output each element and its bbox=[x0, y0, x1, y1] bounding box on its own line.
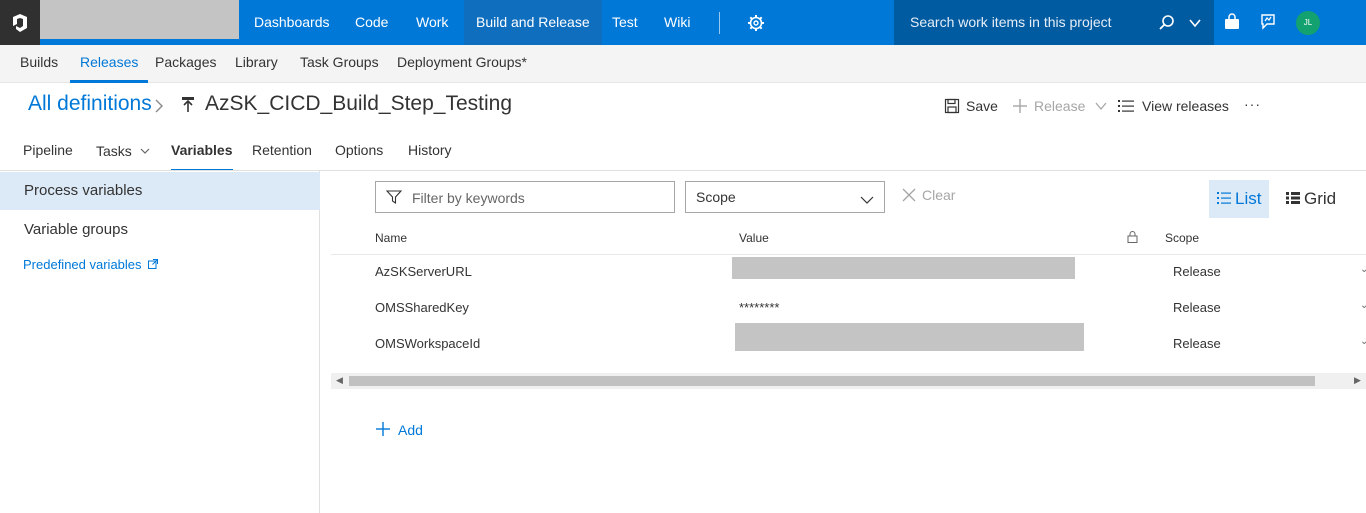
add-label: Add bbox=[398, 422, 423, 438]
variable-name-cell[interactable]: OMSSharedKey bbox=[375, 300, 469, 315]
view-releases-label: View releases bbox=[1142, 98, 1229, 114]
scope-dropdown[interactable]: Scope bbox=[685, 181, 885, 213]
hub-build-and-release[interactable]: Build and Release bbox=[464, 0, 602, 45]
predefined-variables-label: Predefined variables bbox=[23, 257, 142, 272]
chevron-down-icon bbox=[140, 140, 150, 160]
sub-navigation: Builds Releases Packages Library Task Gr… bbox=[0, 45, 1366, 83]
variable-scope-cell[interactable]: Release bbox=[1173, 336, 1221, 351]
save-label: Save bbox=[966, 98, 998, 114]
chevron-down-icon[interactable]: ⌄ bbox=[1360, 264, 1366, 275]
tab-history[interactable]: History bbox=[408, 140, 452, 171]
chevron-down-icon bbox=[1095, 98, 1107, 114]
clear-label: Clear bbox=[922, 187, 956, 203]
subnav-packages[interactable]: Packages bbox=[155, 45, 216, 83]
grid-view-toggle[interactable]: Grid bbox=[1278, 180, 1344, 218]
breadcrumb-all-definitions[interactable]: All definitions bbox=[28, 92, 152, 116]
list-icon bbox=[1118, 99, 1134, 116]
search-placeholder: Search work items in this project bbox=[910, 14, 1112, 30]
search-icon[interactable] bbox=[1158, 14, 1176, 35]
page-title: AzSK_CICD_Build_Step_Testing bbox=[205, 92, 513, 115]
variable-value-cell[interactable]: ******** bbox=[739, 300, 779, 315]
tab-tasks[interactable]: Tasks bbox=[96, 140, 150, 171]
variable-scope-cell[interactable]: Release bbox=[1173, 300, 1221, 315]
clear-button[interactable]: Clear bbox=[902, 187, 955, 205]
divider bbox=[331, 254, 1366, 255]
gear-icon[interactable] bbox=[746, 13, 766, 33]
grid-label: Grid bbox=[1304, 189, 1337, 208]
hub-wiki[interactable]: Wiki bbox=[652, 0, 702, 45]
tab-retention[interactable]: Retention bbox=[252, 140, 312, 171]
list-view-toggle[interactable]: List bbox=[1209, 180, 1270, 219]
release-definition-icon bbox=[180, 96, 196, 117]
hub-test[interactable]: Test bbox=[600, 0, 650, 45]
subnav-deployment-groups[interactable]: Deployment Groups* bbox=[397, 45, 527, 83]
filter-icon bbox=[385, 190, 403, 207]
variable-value-redacted[interactable] bbox=[732, 257, 1075, 279]
subnav-releases[interactable]: Releases bbox=[70, 45, 149, 83]
variable-value-redacted[interactable] bbox=[735, 323, 1084, 351]
filter-placeholder: Filter by keywords bbox=[412, 190, 525, 206]
chevron-down-icon[interactable]: ⌄ bbox=[1360, 300, 1366, 311]
hub-work[interactable]: Work bbox=[404, 0, 460, 45]
project-name-redacted[interactable] bbox=[40, 0, 239, 39]
list-icon bbox=[1217, 181, 1231, 219]
lock-icon bbox=[1127, 230, 1138, 246]
release-button[interactable]: Release bbox=[1012, 98, 1107, 117]
tab-variables[interactable]: Variables bbox=[171, 140, 233, 171]
variables-sidebar: Process variables Variable groups Predef… bbox=[0, 171, 320, 513]
release-label: Release bbox=[1034, 98, 1086, 114]
grid-icon bbox=[1286, 181, 1300, 219]
scroll-left-arrow-icon[interactable]: ◀ bbox=[336, 375, 343, 386]
chevron-right-icon bbox=[153, 96, 165, 119]
horizontal-scrollbar[interactable]: ◀ ▶ bbox=[331, 373, 1366, 389]
plus-icon bbox=[375, 421, 391, 440]
sidebar-item-variable-groups[interactable]: Variable groups bbox=[0, 211, 320, 249]
more-actions-button[interactable]: ··· bbox=[1244, 96, 1261, 112]
chevron-down-icon[interactable] bbox=[1188, 16, 1202, 33]
save-icon bbox=[944, 98, 960, 117]
hub-dashboards[interactable]: Dashboards bbox=[242, 0, 342, 45]
tab-pipeline[interactable]: Pipeline bbox=[23, 140, 73, 171]
variable-name-cell[interactable]: AzSKServerURL bbox=[375, 264, 472, 279]
scroll-right-arrow-icon[interactable]: ▶ bbox=[1354, 375, 1361, 386]
tab-options[interactable]: Options bbox=[335, 140, 383, 171]
external-link-icon bbox=[148, 257, 159, 272]
subnav-builds[interactable]: Builds bbox=[20, 45, 58, 83]
sidebar-item-process-variables[interactable]: Process variables bbox=[0, 172, 320, 210]
filter-input[interactable]: Filter by keywords bbox=[375, 181, 675, 213]
shopping-bag-icon[interactable] bbox=[1223, 13, 1241, 34]
feedback-icon[interactable] bbox=[1259, 13, 1277, 34]
scope-value: Scope bbox=[696, 189, 736, 205]
chevron-down-icon[interactable]: ⌄ bbox=[1360, 336, 1366, 347]
chevron-down-icon bbox=[860, 192, 874, 208]
view-releases-button[interactable]: View releases bbox=[1118, 98, 1229, 116]
list-label: List bbox=[1235, 189, 1262, 208]
save-button[interactable]: Save bbox=[944, 98, 998, 117]
subnav-library[interactable]: Library bbox=[235, 45, 278, 83]
column-header-name: Name bbox=[375, 231, 408, 245]
predefined-variables-link[interactable]: Predefined variables bbox=[23, 257, 159, 272]
vsts-logo-icon[interactable] bbox=[0, 0, 40, 45]
close-icon bbox=[902, 188, 916, 205]
plus-icon bbox=[1012, 98, 1028, 117]
divider bbox=[719, 12, 720, 34]
hub-code[interactable]: Code bbox=[343, 0, 400, 45]
variable-name-cell[interactable]: OMSWorkspaceId bbox=[375, 336, 480, 351]
column-header-value: Value bbox=[739, 231, 769, 245]
top-navigation-bar: Dashboards Code Work Build and Release T… bbox=[0, 0, 1366, 45]
variable-scope-cell[interactable]: Release bbox=[1173, 264, 1221, 279]
scrollbar-thumb[interactable] bbox=[349, 376, 1315, 386]
tab-tasks-label: Tasks bbox=[96, 143, 132, 159]
search-box[interactable]: Search work items in this project bbox=[894, 0, 1214, 45]
subnav-task-groups[interactable]: Task Groups bbox=[300, 45, 379, 83]
add-variable-button[interactable]: Add bbox=[375, 421, 423, 440]
avatar[interactable]: JL bbox=[1296, 11, 1320, 35]
column-header-scope: Scope bbox=[1165, 231, 1200, 245]
